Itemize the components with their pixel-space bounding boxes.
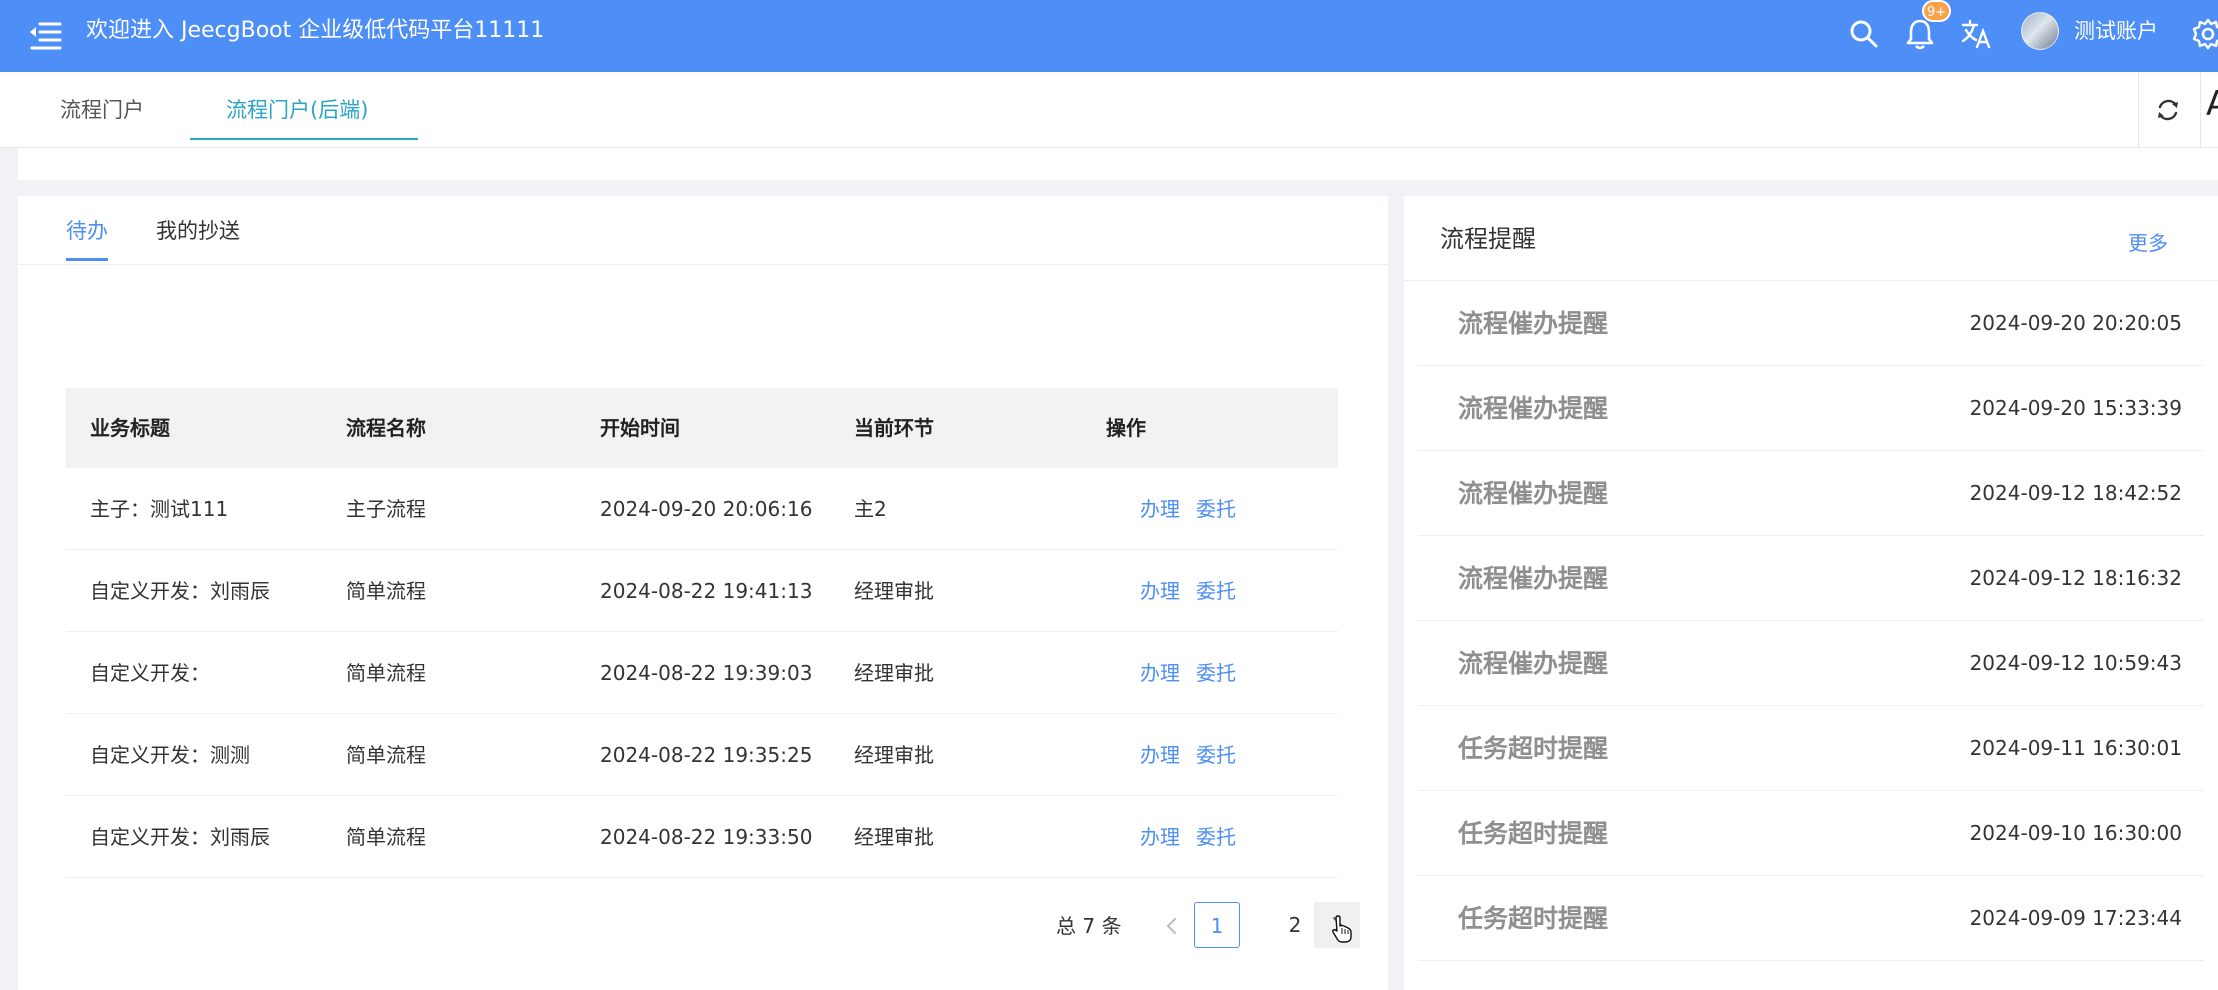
menu-fold-icon[interactable]: [26, 16, 66, 56]
handle-link[interactable]: 办理: [1140, 632, 1180, 714]
list-item[interactable]: 任务超时提醒 2024-09-11 16:30:01: [1418, 706, 2204, 791]
list-item[interactable]: 任务超时提醒 2024-09-09 17:23:44: [1418, 876, 2204, 961]
tab-process-portal[interactable]: 流程门户: [60, 72, 144, 140]
cell-node: 主2: [854, 497, 887, 521]
reminder-list: 流程催办提醒 2024-09-20 20:20:05 流程催办提醒 2024-0…: [1418, 281, 2204, 961]
username[interactable]: 测试账户: [2074, 16, 2158, 46]
handle-link[interactable]: 办理: [1140, 468, 1180, 550]
reminder-title: 任务超时提醒: [1458, 734, 1609, 763]
reminders-card: 流程提醒 更多 流程催办提醒 2024-09-20 20:20:05 流程催办提…: [1404, 196, 2218, 990]
list-item[interactable]: 流程催办提醒 2024-09-12 10:59:43: [1418, 621, 2204, 706]
cell-process: 简单流程: [346, 661, 426, 685]
column-header: 当前环节: [854, 416, 934, 440]
tab-my-cc[interactable]: 我的抄送: [156, 216, 240, 246]
table-header: 业务标题 流程名称 开始时间 当前环节 操作: [66, 388, 1338, 468]
search-icon[interactable]: [1846, 16, 1882, 52]
refresh-icon[interactable]: [2152, 94, 2184, 126]
reminder-time: 2024-09-10 16:30:00: [1969, 821, 2182, 845]
notification-badge: 9+: [1922, 0, 1952, 22]
reminder-title: 任务超时提醒: [1458, 819, 1609, 848]
reminder-title: 任务超时提醒: [1458, 904, 1609, 933]
pagination: 总 7 条 1 2: [18, 902, 1388, 950]
cell-start-time: 2024-09-20 20:06:16: [600, 497, 813, 521]
cell-process: 主子流程: [346, 497, 426, 521]
tab-more-button[interactable]: A: [2206, 84, 2218, 124]
cell-title: 自定义开发：测测: [90, 743, 250, 767]
delegate-link[interactable]: 委托: [1196, 796, 1236, 878]
reminder-time: 2024-09-12 10:59:43: [1969, 651, 2182, 675]
table-row: 自定义开发：刘雨辰 简单流程 2024-08-22 19:41:13 经理审批 …: [66, 550, 1338, 632]
handle-link[interactable]: 办理: [1140, 796, 1180, 878]
divider: [18, 264, 1388, 265]
reminder-time: 2024-09-11 16:30:01: [1969, 736, 2182, 760]
more-link[interactable]: 更多: [2128, 230, 2168, 256]
tab-todo[interactable]: 待办: [66, 216, 108, 246]
list-item[interactable]: 流程催办提醒 2024-09-12 18:42:52: [1418, 451, 2204, 536]
todo-table: 业务标题 流程名称 开始时间 当前环节 操作 主子：测试111 主子流程 202…: [66, 388, 1338, 878]
handle-link[interactable]: 办理: [1140, 550, 1180, 632]
hand-cursor-icon: [1332, 915, 1352, 943]
total-count: 总 7 条: [1056, 914, 1122, 938]
cell-title: 自定义开发：刘雨辰: [90, 825, 270, 849]
table-row: 自定义开发：刘雨辰 简单流程 2024-08-22 19:33:50 经理审批 …: [66, 796, 1338, 878]
cell-start-time: 2024-08-22 19:33:50: [600, 825, 813, 849]
column-header: 开始时间: [600, 416, 680, 440]
cell-title: 主子：测试111: [90, 497, 229, 521]
cell-title: 自定义开发：: [90, 661, 210, 685]
app-title: 欢迎进入 JeecgBoot 企业级低代码平台11111: [86, 18, 545, 43]
page-2-button[interactable]: 2: [1272, 902, 1318, 948]
list-item[interactable]: 流程催办提醒 2024-09-20 20:20:05: [1418, 281, 2204, 366]
table-row: 自定义开发：测测 简单流程 2024-08-22 19:35:25 经理审批 办…: [66, 714, 1338, 796]
list-item[interactable]: 任务超时提醒 2024-09-10 16:30:00: [1418, 791, 2204, 876]
tab-process-portal-backend[interactable]: 流程门户(后端): [226, 72, 368, 140]
top-header: 欢迎进入 JeecgBoot 企业级低代码平台11111 9+ 测试账户: [0, 0, 2218, 72]
reminders-title: 流程提醒: [1440, 225, 1536, 253]
column-header: 业务标题: [90, 416, 170, 440]
list-item[interactable]: 流程催办提醒 2024-09-20 15:33:39: [1418, 366, 2204, 451]
reminder-time: 2024-09-12 18:16:32: [1969, 566, 2182, 590]
chevron-left-icon[interactable]: [1156, 910, 1188, 942]
reminder-title: 流程催办提醒: [1458, 564, 1609, 593]
active-tab-indicator: [190, 138, 418, 140]
column-header: 流程名称: [346, 416, 426, 440]
cell-start-time: 2024-08-22 19:35:25: [600, 743, 813, 767]
active-tab-indicator: [66, 258, 108, 261]
reminder-title: 流程催办提醒: [1458, 394, 1609, 423]
divider: [2200, 72, 2201, 148]
page-tab-bar: 流程门户 流程门户(后端) A: [0, 72, 2218, 148]
translate-icon[interactable]: [1958, 16, 1994, 52]
reminder-title: 流程催办提醒: [1458, 309, 1609, 338]
top-panel: [18, 148, 2218, 180]
page-1-button[interactable]: 1: [1194, 902, 1240, 948]
delegate-link[interactable]: 委托: [1196, 714, 1236, 796]
avatar[interactable]: [2021, 12, 2059, 50]
cell-start-time: 2024-08-22 19:41:13: [600, 579, 813, 603]
cell-process: 简单流程: [346, 579, 426, 603]
cell-node: 经理审批: [854, 661, 934, 685]
reminder-time: 2024-09-12 18:42:52: [1969, 481, 2182, 505]
cell-process: 简单流程: [346, 743, 426, 767]
reminder-title: 流程催办提醒: [1458, 479, 1609, 508]
todo-card: 待办 我的抄送 业务标题 流程名称 开始时间 当前环节 操作 主子：测试111 …: [18, 196, 1388, 990]
list-item[interactable]: 流程催办提醒 2024-09-12 18:16:32: [1418, 536, 2204, 621]
table-row: 自定义开发： 简单流程 2024-08-22 19:39:03 经理审批 办理 …: [66, 632, 1338, 714]
column-header: 操作: [1106, 416, 1146, 440]
cell-start-time: 2024-08-22 19:39:03: [600, 661, 813, 685]
cell-process: 简单流程: [346, 825, 426, 849]
cell-title: 自定义开发：刘雨辰: [90, 579, 270, 603]
reminder-title: 流程催办提醒: [1458, 649, 1609, 678]
delegate-link[interactable]: 委托: [1196, 550, 1236, 632]
cell-node: 经理审批: [854, 743, 934, 767]
cell-node: 经理审批: [854, 825, 934, 849]
divider: [2138, 72, 2139, 148]
handle-link[interactable]: 办理: [1140, 714, 1180, 796]
reminder-time: 2024-09-20 20:20:05: [1969, 311, 2182, 335]
delegate-link[interactable]: 委托: [1196, 468, 1236, 550]
settings-icon[interactable]: [2190, 16, 2218, 52]
reminder-time: 2024-09-20 15:33:39: [1969, 396, 2182, 420]
cell-node: 经理审批: [854, 579, 934, 603]
table-row: 主子：测试111 主子流程 2024-09-20 20:06:16 主2 办理 …: [66, 468, 1338, 550]
reminder-time: 2024-09-09 17:23:44: [1969, 906, 2182, 930]
delegate-link[interactable]: 委托: [1196, 632, 1236, 714]
